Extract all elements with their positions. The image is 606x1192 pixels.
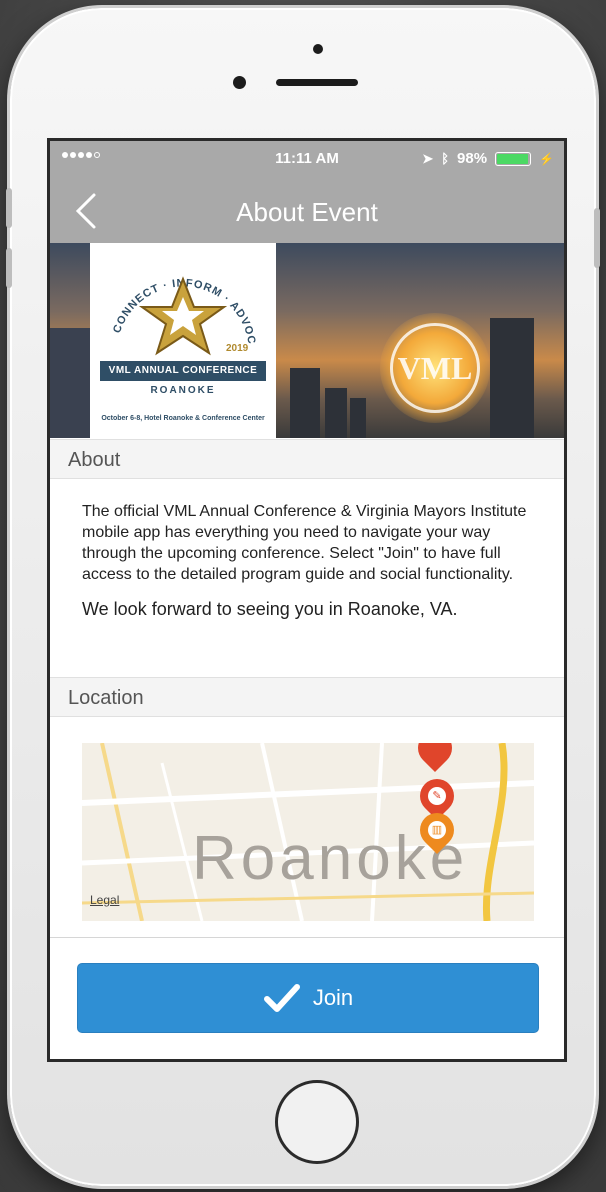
divider [50, 937, 564, 938]
status-right: ➤ ᛒ 98% ⚡ [422, 150, 554, 167]
volume-button [6, 248, 12, 288]
building [325, 388, 347, 438]
conference-logo: CONNECT · INFORM · ADVOCATE 2019 VML ANN… [90, 243, 276, 438]
logo-subtitle: October 6-8, Hotel Roanoke & Conference … [101, 415, 265, 422]
logo-year: 2019 [226, 343, 249, 354]
location-header: Location [50, 677, 564, 717]
title-row: About Event [50, 175, 564, 243]
join-button[interactable]: Join [77, 963, 539, 1033]
bluetooth-icon: ᛒ [441, 151, 450, 166]
event-banner: VML CONNECT · INFORM · ADVOCATE 2019 VML… [50, 243, 564, 438]
home-button[interactable] [275, 1080, 359, 1164]
logo-city: ROANOKE [150, 385, 216, 396]
building [490, 318, 534, 438]
sensor-icon [233, 76, 246, 89]
join-label: Join [312, 985, 354, 1010]
vml-badge: VML [390, 323, 480, 413]
status-bar: 11:11 AM ➤ ᛒ 98% ⚡ [50, 141, 564, 175]
building [350, 398, 366, 438]
building [290, 368, 320, 438]
location-map[interactable]: Roanoke ✎ ▥ Legal [82, 743, 534, 921]
battery-percent: 98% [457, 150, 488, 167]
legal-link[interactable]: Legal [90, 893, 119, 907]
page-title: About Event [236, 197, 378, 227]
location-arrow-icon: ➤ [422, 150, 434, 166]
battery-fill [497, 153, 529, 164]
navigation-bar: 11:11 AM ➤ ᛒ 98% ⚡ About Event [50, 141, 564, 243]
dining-icon: ✎ [428, 787, 446, 805]
logo-ribbon: VML ANNUAL CONFERENCE [100, 361, 266, 381]
building-icon: ▥ [428, 821, 446, 839]
battery-icon [495, 151, 532, 166]
about-header: About [50, 439, 564, 479]
checkmark-icon [263, 984, 300, 1012]
speaker-grille [276, 79, 358, 86]
charging-icon: ⚡ [539, 151, 554, 166]
about-body: The official VML Annual Conference & Vir… [82, 501, 542, 620]
camera-icon [313, 44, 323, 54]
about-paragraph: We look forward to seeing you in Roanoke… [82, 599, 458, 619]
volume-button [6, 188, 12, 228]
app-screen: 11:11 AM ➤ ᛒ 98% ⚡ About Event VML CONNE… [47, 138, 567, 1062]
power-button [594, 208, 600, 268]
about-paragraph: The official VML Annual Conference & Vir… [82, 503, 527, 583]
building [50, 328, 90, 438]
